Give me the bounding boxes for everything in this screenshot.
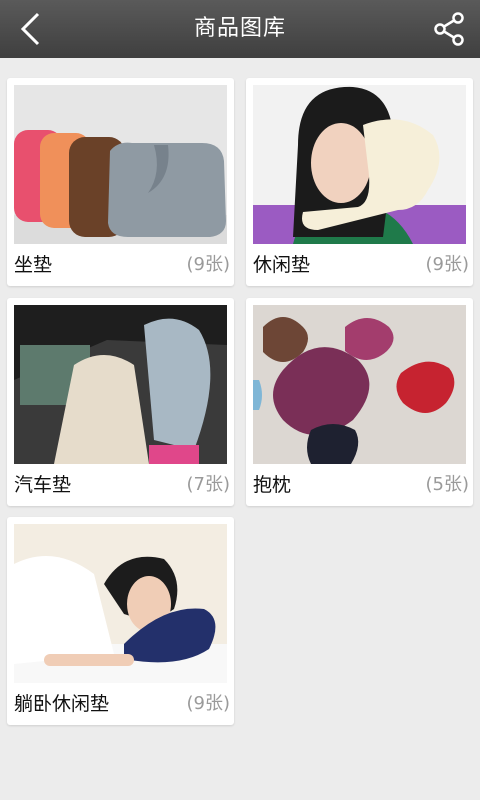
car-headrest-photo (14, 305, 227, 464)
category-label: 躺卧休闲垫 (14, 693, 110, 715)
share-icon (434, 12, 464, 46)
category-label: 休闲垫 (253, 254, 311, 276)
photo-count: (9张) (186, 693, 231, 714)
category-card-lounge-cushion[interactable]: 躺卧休闲垫 (9张) (7, 517, 234, 725)
category-label: 汽车垫 (14, 474, 72, 496)
category-label: 坐垫 (14, 254, 53, 276)
share-button[interactable] (428, 8, 470, 50)
neck-pillow-woman-photo (253, 85, 466, 244)
category-card-car-cushion[interactable]: 汽车垫 (7张) (7, 298, 234, 506)
category-card-hug-pillow[interactable]: 抱枕 (5张) (246, 298, 473, 506)
category-card-leisure-cushion[interactable]: 休闲垫 (9张) (246, 78, 473, 286)
lying-woman-pillow-photo (14, 524, 227, 683)
photo-count: (7张) (186, 474, 231, 495)
page-title: 商品图库 (193, 16, 286, 41)
category-card-seat-cushion[interactable]: 坐垫 (9张) (7, 78, 234, 286)
photo-count: (5张) (425, 474, 470, 495)
photo-count: (9张) (186, 254, 231, 275)
cross-shaped-pillows-photo (253, 305, 466, 464)
top-bar: 商品图库 (0, 0, 480, 58)
seat-cushions-photo (14, 85, 227, 244)
category-label: 抱枕 (253, 474, 292, 496)
photo-count: (9张) (425, 254, 470, 275)
